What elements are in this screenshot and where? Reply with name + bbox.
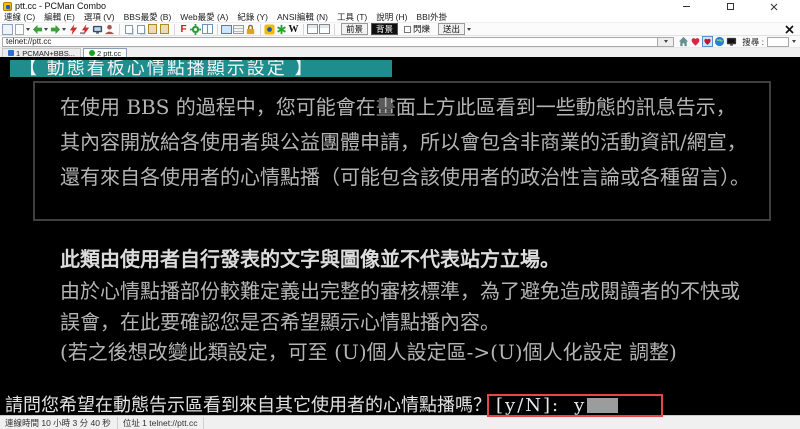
duplicate-window-icon[interactable]: [92, 24, 103, 35]
notice-line-2: 其內容開放給各使用者與公益團體申請，所以會包含非商業的活動資訊/網宣，: [60, 130, 747, 154]
favorite-board-icon[interactable]: [319, 24, 330, 35]
pcman-app-icon: [3, 1, 12, 11]
menu-bar: 連線 (C) 編輯 (E) 選項 (V) BBS最愛 (B) Web最愛 (A)…: [0, 12, 800, 22]
blink-checkbox[interactable]: [404, 25, 412, 33]
settings-gear-icon[interactable]: [190, 23, 201, 35]
address-bar-row: 搜尋 :: [0, 36, 800, 48]
plugin-star-icon[interactable]: [276, 24, 287, 35]
search-label: 搜尋 :: [742, 36, 764, 47]
background-color-button[interactable]: 背景: [371, 23, 399, 35]
address-action-icons: [678, 36, 738, 47]
wikipedia-icon[interactable]: W: [288, 24, 299, 35]
body-line-1: 由於心情點播部份較難定義出完整的審核標準，為了避免造成閱讀者的不快或: [60, 279, 740, 303]
paste-icon[interactable]: [147, 24, 158, 35]
address-input[interactable]: [2, 36, 659, 47]
address-dropdown-button[interactable]: [658, 36, 675, 47]
toolbar-separator: [119, 23, 120, 35]
globe-icon[interactable]: [714, 36, 725, 47]
pcman-combo-window: ptt.cc - PCMan Combo 連線 (C) 編輯 (E) 選項 (V…: [0, 0, 800, 429]
question-prompt: 請問您希望在動態告示區看到來自其它使用者的心情點播嗎？: [5, 395, 491, 416]
typed-answer: y: [574, 395, 585, 416]
answer-highlight-box: [y/N]: y: [487, 394, 663, 417]
body-line-3: (若之後想改變此類設定，可至 (U)個人設定區->(U)個人化設定 調整): [60, 340, 677, 364]
site-list-icon[interactable]: [2, 23, 13, 35]
new-connection-dropdown-icon[interactable]: [26, 27, 30, 31]
menu-ansi-editor[interactable]: ANSI編輯 (N): [277, 12, 328, 22]
toolbar-close-icon[interactable]: [784, 24, 795, 35]
image-preview-icon[interactable]: [221, 24, 232, 35]
close-icon: [770, 3, 778, 10]
menu-options[interactable]: 選項 (V): [84, 12, 115, 22]
tab-document-icon: [8, 50, 14, 56]
minimize-button[interactable]: [664, 0, 708, 13]
menu-edit[interactable]: 編輯 (E): [44, 12, 75, 22]
close-button[interactable]: [752, 0, 796, 13]
tab-ptt[interactable]: 2 ptt.cc: [82, 48, 128, 58]
terminal-monitor-icon[interactable]: [726, 36, 737, 47]
board-list-icon[interactable]: [307, 24, 318, 35]
menu-web-favorites[interactable]: Web最愛 (A): [180, 12, 228, 22]
copy-ansi-icon[interactable]: [135, 24, 146, 35]
notice-line-1: 在使用 BBS 的過程中，您可能會在畫面上方此區看到一些動態的訊息告示，: [60, 95, 736, 119]
user-info-icon[interactable]: [104, 24, 115, 35]
chevron-down-icon: [663, 40, 668, 43]
send-dropdown-icon[interactable]: [467, 27, 472, 31]
foreground-color-button[interactable]: 前景: [341, 23, 369, 35]
tab-bar: 1 PCMAN+BBS... 2 ptt.cc: [0, 48, 800, 58]
connect-icon[interactable]: [68, 23, 79, 35]
display-options-icon[interactable]: [233, 24, 244, 35]
search-dropdown-icon[interactable]: [792, 40, 796, 43]
yn-label: [y/N]:: [496, 395, 561, 416]
status-bar: 連線時間 10 小時 3 分 40 秒 位址 1 telnet://ptt.cc: [0, 415, 800, 429]
forward-dropdown-icon[interactable]: [62, 27, 66, 31]
notice-line-3: 還有來自各使用者的心情點播（可能包含該使用者的政治性言論或各種留言）。: [60, 165, 750, 189]
menu-bbi-plugin[interactable]: BBI外掛: [416, 12, 447, 22]
menu-connection[interactable]: 連線 (C): [4, 12, 35, 22]
blink-label: 閃爍: [413, 24, 431, 34]
toolbar-separator: [217, 23, 218, 35]
body-line-2: 誤會，在此要確認您是否希望顯示心情點播內容。: [60, 310, 500, 334]
title-bar: ptt.cc - PCMan Combo: [0, 0, 800, 12]
send-button[interactable]: 送出: [438, 23, 466, 35]
favorites-toggle-heart-icon[interactable]: [702, 36, 714, 47]
new-connection-icon[interactable]: [14, 23, 25, 35]
toolbar-separator: [303, 23, 304, 35]
back-dropdown-icon[interactable]: [44, 27, 48, 31]
back-icon[interactable]: [32, 24, 43, 35]
main-toolbar: F W 前景 背景 閃爍 送出: [0, 22, 800, 36]
tab-pcman-bbs[interactable]: 1 PCMAN+BBS...: [2, 48, 81, 58]
paste-quote-icon[interactable]: [159, 24, 170, 35]
dynamic-board-header: 【 動態看板心情點播顯示設定 】: [10, 60, 392, 77]
location-status: 位址 1 telnet://ptt.cc: [118, 416, 205, 429]
disconnect-icon[interactable]: [80, 23, 91, 35]
menu-history[interactable]: 紀錄 (Y): [237, 12, 268, 22]
window-controls: [664, 0, 796, 13]
terminal-cursor: [587, 398, 619, 413]
split-window-icon[interactable]: [202, 24, 213, 35]
menu-help[interactable]: 說明 (H): [376, 12, 407, 22]
maximize-icon: [726, 3, 734, 10]
forward-icon[interactable]: [50, 24, 61, 35]
connection-time-status: 連線時間 10 小時 3 分 40 秒: [0, 416, 118, 429]
toolbar-separator: [260, 23, 261, 35]
home-icon[interactable]: [678, 36, 689, 47]
window-title: ptt.cc - PCMan Combo: [15, 1, 107, 11]
connected-dot-icon: [88, 50, 95, 56]
menu-tools[interactable]: 工具 (T): [337, 12, 367, 22]
toolbar-separator: [334, 23, 335, 35]
minimize-icon: [682, 6, 690, 7]
bbs-terminal-screen[interactable]: 【 動態看板心情點播顯示設定 】 在使用 BBS 的過程中，您可能會在畫面上方此…: [0, 57, 800, 417]
menu-bbs-favorites[interactable]: BBS最愛 (B): [124, 12, 172, 22]
disclaimer-line: 此類由使用者自行發表的文字與圖像並不代表站方立場。: [60, 247, 560, 271]
copy-icon[interactable]: [123, 24, 134, 35]
maximize-button[interactable]: [708, 0, 752, 13]
lock-icon[interactable]: [245, 24, 256, 35]
add-favorite-heart-icon[interactable]: [690, 36, 701, 47]
toolbar-separator: [174, 23, 175, 35]
search-input[interactable]: [767, 36, 789, 47]
ansi-color-icon[interactable]: F: [178, 24, 189, 35]
pcman-home-icon[interactable]: [264, 23, 275, 35]
